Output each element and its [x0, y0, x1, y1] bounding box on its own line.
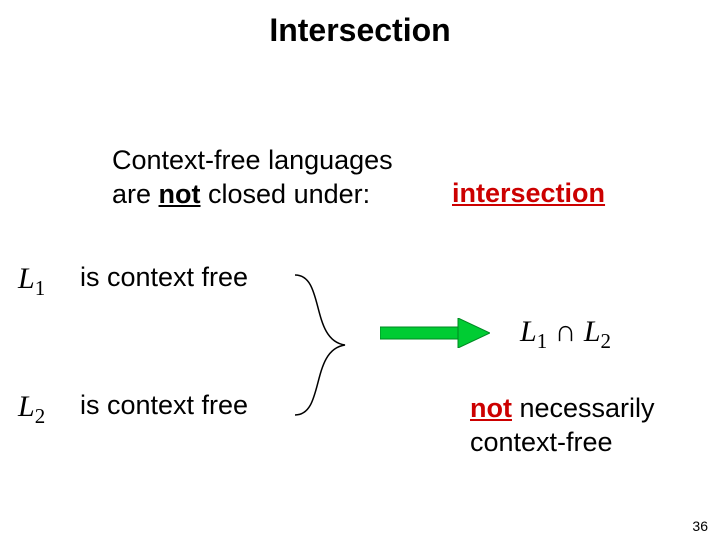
l1-subscript: 1: [35, 276, 46, 300]
statement-line2a: are: [112, 179, 159, 209]
inter-sub1: 1: [537, 329, 548, 353]
l2-subscript: 2: [35, 404, 46, 428]
l1-symbol: L1: [18, 262, 45, 301]
l1-letter: L: [18, 262, 35, 295]
operation-label: intersection: [452, 178, 605, 209]
l1-text: is context free: [80, 262, 248, 293]
conclusion-text: not necessarily context-free: [470, 392, 655, 460]
brace-icon: [290, 270, 360, 420]
closure-statement: Context-free languages are not closed un…: [112, 144, 393, 212]
statement-not: not: [159, 179, 201, 209]
cap-symbol: ∩: [547, 315, 584, 348]
arrow-icon: [380, 318, 490, 348]
conclusion-rest1: necessarily: [512, 393, 655, 423]
conclusion-rest2: context-free: [470, 427, 613, 457]
l2-letter: L: [18, 390, 35, 423]
inter-l2: L: [584, 315, 601, 348]
intersection-expression: L1 ∩ L2: [520, 315, 611, 354]
conclusion-not: not: [470, 393, 512, 423]
inter-l1: L: [520, 315, 537, 348]
statement-line2b: closed under:: [201, 179, 371, 209]
l2-symbol: L2: [18, 390, 45, 429]
statement-line1: Context-free languages: [112, 145, 393, 175]
page-number: 36: [692, 518, 708, 534]
slide-title: Intersection: [0, 12, 720, 49]
l2-text: is context free: [80, 390, 248, 421]
inter-sub2: 2: [601, 329, 612, 353]
